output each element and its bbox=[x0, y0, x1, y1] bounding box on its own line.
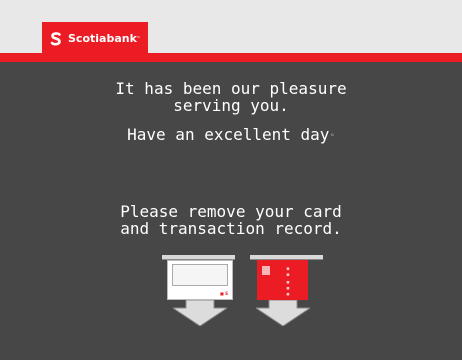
thank-you-message: It has been our pleasure serving you. bbox=[0, 80, 462, 114]
thank-you-line-2: serving you. bbox=[173, 96, 289, 115]
receipt-window bbox=[172, 264, 228, 286]
header-accent-stripe bbox=[0, 53, 462, 62]
greeting-text: Have an excellent day bbox=[127, 125, 330, 144]
card-embossing-icon: ▪▪ ▪▪▪ bbox=[285, 266, 291, 298]
receipt-logo-icon: ■ S bbox=[219, 291, 228, 296]
brand-name: Scotiabank bbox=[68, 32, 137, 45]
scotiabank-s-icon bbox=[50, 31, 61, 45]
brand-trademark: ™ bbox=[136, 35, 140, 42]
arrow-down-icon bbox=[256, 300, 310, 326]
scotiabank-logo: Scotiabank ™ bbox=[42, 22, 148, 55]
greeting-dot: ° bbox=[329, 133, 335, 143]
card-chip-icon bbox=[262, 266, 270, 275]
bank-card-icon: ▪▪ ▪▪▪ bbox=[257, 260, 308, 300]
transaction-record-icon: ■ S bbox=[167, 260, 233, 300]
instruction-message: Please remove your card and transaction … bbox=[0, 203, 462, 237]
greeting-message: Have an excellent day° bbox=[0, 126, 462, 147]
arrow-down-icon bbox=[173, 300, 227, 326]
instruction-line-2: and transaction record. bbox=[120, 219, 342, 238]
atm-screen: Scotiabank ™ It has been our pleasure ser… bbox=[0, 0, 462, 360]
